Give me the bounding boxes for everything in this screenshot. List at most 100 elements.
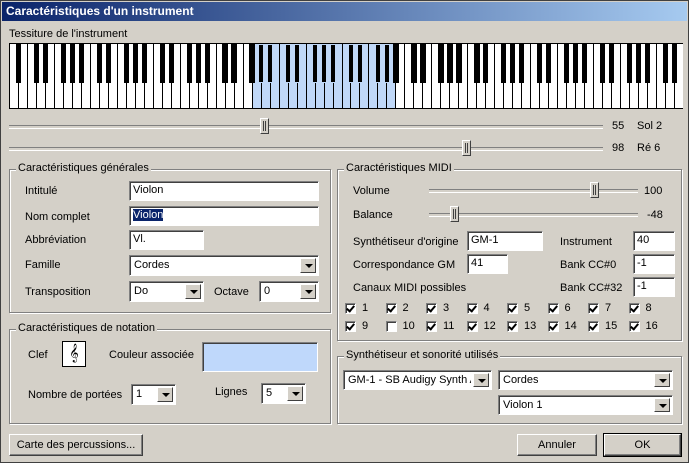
ok-button[interactable]: OK [603, 433, 682, 457]
piano-black-key[interactable] [249, 44, 255, 83]
piano-black-key[interactable] [285, 44, 291, 83]
piano-black-key[interactable] [608, 44, 615, 83]
instrument-input[interactable]: 40 [633, 231, 675, 251]
famille-select[interactable]: Cordes [129, 255, 319, 276]
intitule-input[interactable]: Violon [129, 181, 319, 201]
piano-black-key[interactable] [474, 44, 480, 83]
balance-thumb[interactable] [450, 206, 460, 222]
sound-family-select[interactable]: Cordes [498, 370, 673, 390]
volume-thumb[interactable] [590, 182, 600, 198]
midi-channel-checkbox[interactable] [385, 321, 397, 332]
piano-black-key[interactable] [635, 44, 642, 83]
piano-black-key[interactable] [222, 44, 228, 83]
piano-black-key[interactable] [519, 44, 525, 83]
piano-black-key[interactable] [312, 44, 318, 83]
piano-black-key[interactable] [411, 44, 417, 83]
lignes-select[interactable]: 5 [261, 383, 306, 404]
piano-black-key[interactable] [78, 44, 85, 83]
midi-channel-checkbox[interactable] [547, 321, 559, 332]
nom-complet-input[interactable]: Violon [129, 206, 319, 226]
piano-black-key[interactable] [15, 44, 22, 83]
piano-black-key[interactable] [384, 44, 390, 83]
piano-black-key[interactable] [581, 44, 588, 83]
piano-black-key[interactable] [186, 44, 192, 83]
piano-black-key[interactable] [195, 44, 201, 83]
piano-black-key[interactable] [447, 44, 453, 83]
midi-channel-checkbox[interactable] [345, 303, 356, 314]
piano-black-key[interactable] [456, 44, 462, 83]
piano-black-key[interactable] [537, 44, 543, 83]
piano-black-key[interactable] [438, 44, 444, 83]
piano-black-key[interactable] [33, 44, 40, 83]
couleur-swatch[interactable] [202, 342, 318, 372]
piano-black-key[interactable] [348, 44, 354, 83]
midi-channel-checkbox[interactable] [466, 321, 478, 332]
midi-channel-checkbox[interactable] [628, 303, 640, 314]
piano-black-key[interactable] [123, 44, 130, 83]
chevron-down-icon[interactable] [300, 258, 316, 273]
gm-input[interactable]: 41 [467, 254, 508, 274]
transposition-select[interactable]: Do [129, 281, 204, 302]
piano-black-key[interactable] [96, 44, 103, 83]
piano-black-key[interactable] [483, 44, 489, 83]
piano-black-key[interactable] [141, 44, 147, 83]
sound-patch-select[interactable]: Violon 1 [498, 395, 673, 415]
midi-channel-checkbox[interactable] [345, 321, 356, 332]
piano-black-key[interactable] [258, 44, 264, 83]
piano-black-key[interactable] [599, 44, 606, 83]
chevron-down-icon[interactable] [185, 284, 201, 299]
midi-channel-checkbox[interactable] [426, 303, 437, 314]
chevron-down-icon[interactable] [654, 373, 670, 387]
cc0-input[interactable]: -1 [633, 254, 675, 274]
piano-black-key[interactable] [626, 44, 633, 83]
piano-black-key[interactable] [357, 44, 363, 83]
midi-channel-checkbox[interactable] [466, 303, 478, 314]
piano-black-key[interactable] [393, 44, 399, 83]
midi-channel-checkbox[interactable] [426, 321, 437, 332]
piano-black-key[interactable] [267, 44, 273, 83]
piano-black-key[interactable] [375, 44, 381, 83]
treble-clef-icon[interactable]: 𝄞 [62, 341, 86, 367]
midi-channel-checkbox[interactable] [547, 303, 559, 314]
chevron-down-icon[interactable] [654, 398, 670, 412]
piano-black-key[interactable] [671, 44, 678, 83]
piano-black-key[interactable] [294, 44, 300, 83]
midi-channel-checkbox[interactable] [385, 303, 397, 314]
piano-black-key[interactable] [501, 44, 507, 83]
piano-black-key[interactable] [563, 44, 570, 83]
synth-origin-input[interactable]: GM-1 [467, 231, 543, 251]
piano-black-key[interactable] [420, 44, 426, 83]
portees-select[interactable]: 1 [131, 384, 176, 405]
percussion-map-button[interactable]: Carte des percussions... [9, 434, 143, 456]
piano-black-key[interactable] [168, 44, 174, 83]
midi-channel-checkbox[interactable] [588, 303, 599, 314]
chevron-down-icon[interactable] [473, 373, 489, 387]
piano-keyboard[interactable] [9, 43, 683, 109]
midi-channel-checkbox[interactable] [628, 321, 640, 332]
synth-device-select[interactable]: GM-1 - SB Audigy Synth A [343, 370, 492, 390]
piano-black-key[interactable] [132, 44, 138, 83]
piano-black-key[interactable] [510, 44, 516, 83]
cancel-button[interactable]: Annuler [517, 434, 597, 456]
octave-select[interactable]: 0 [259, 281, 319, 302]
piano-black-key[interactable] [60, 44, 67, 83]
piano-black-key[interactable] [546, 44, 552, 83]
midi-channel-checkbox[interactable] [507, 303, 518, 314]
piano-black-key[interactable] [69, 44, 76, 83]
piano-black-key[interactable] [204, 44, 210, 83]
abbreviation-input[interactable]: Vl. [129, 230, 204, 250]
midi-channel-checkbox[interactable] [507, 321, 518, 332]
piano-black-key[interactable] [231, 44, 237, 83]
piano-black-key[interactable] [42, 44, 49, 83]
piano-black-key[interactable] [644, 44, 651, 83]
chevron-down-icon[interactable] [300, 284, 316, 299]
piano-black-key[interactable] [105, 44, 112, 83]
piano-black-key[interactable] [572, 44, 579, 83]
piano-black-key[interactable] [662, 44, 669, 83]
piano-black-key[interactable] [330, 44, 336, 83]
chevron-down-icon[interactable] [157, 387, 173, 402]
low-range-thumb[interactable] [260, 118, 270, 134]
piano-black-key[interactable] [159, 44, 165, 83]
chevron-down-icon[interactable] [287, 386, 303, 401]
cc32-input[interactable]: -1 [633, 277, 675, 297]
